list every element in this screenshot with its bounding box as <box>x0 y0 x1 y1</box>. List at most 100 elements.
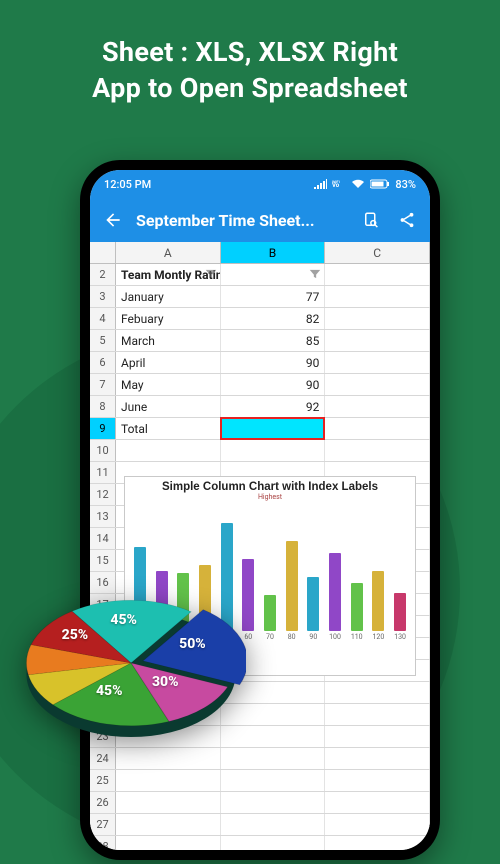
pie-slice-label: 45% <box>96 683 123 699</box>
cell[interactable] <box>116 792 221 813</box>
cell[interactable] <box>221 814 326 835</box>
row-number[interactable]: 8 <box>90 396 116 417</box>
cell[interactable] <box>325 264 430 285</box>
col-C[interactable]: C <box>325 242 430 263</box>
promo-line-2: App to Open Spreadsheet <box>20 70 480 106</box>
cell[interactable] <box>325 374 430 395</box>
cell[interactable]: 516 <box>221 418 326 439</box>
search-button[interactable] <box>358 207 384 233</box>
cell[interactable]: 77 <box>221 286 326 307</box>
row-number[interactable]: 7 <box>90 374 116 395</box>
promo-line-1: Sheet : XLS, XLSX Right <box>20 34 480 70</box>
select-all-corner[interactable] <box>90 242 116 263</box>
table-row: 7May90 <box>90 374 430 396</box>
cell[interactable] <box>325 814 430 835</box>
cell[interactable] <box>325 682 430 703</box>
x-tick: 90 <box>307 633 319 641</box>
cell[interactable]: May <box>116 374 221 395</box>
bar <box>372 571 384 631</box>
table-row: 28 <box>90 836 430 850</box>
table-row: 10 <box>90 440 430 462</box>
cell[interactable]: Total <box>116 418 221 439</box>
cell[interactable]: June <box>116 396 221 417</box>
table-row: 6April90 <box>90 352 430 374</box>
cell[interactable] <box>325 770 430 791</box>
row-number[interactable]: 28 <box>90 836 116 850</box>
cell[interactable] <box>116 836 221 850</box>
volte-icon: VoWiFi <box>332 179 346 189</box>
col-A[interactable]: A <box>116 242 221 263</box>
row-number[interactable]: 13 <box>90 506 116 527</box>
cell[interactable]: 90 <box>221 352 326 373</box>
pie-slice-label: 25% <box>62 627 89 643</box>
row-number[interactable]: 27 <box>90 814 116 835</box>
cell[interactable]: Febuary <box>116 308 221 329</box>
cell[interactable] <box>325 704 430 725</box>
cell[interactable] <box>221 792 326 813</box>
signal-icon <box>314 179 327 189</box>
cell[interactable] <box>325 440 430 461</box>
cell[interactable]: January <box>116 286 221 307</box>
cell[interactable]: March <box>116 330 221 351</box>
row-number[interactable]: 4 <box>90 308 116 329</box>
cell[interactable] <box>325 836 430 850</box>
row-number[interactable]: 11 <box>90 462 116 483</box>
pie-slice-label: 45% <box>110 612 137 628</box>
table-row: 8June92 <box>90 396 430 418</box>
cell[interactable]: Team Montly Ratings <box>116 264 221 285</box>
bar <box>329 553 341 631</box>
chart-title: Simple Column Chart with Index Labels <box>125 477 415 493</box>
row-number[interactable]: 5 <box>90 330 116 351</box>
cell[interactable] <box>221 264 326 285</box>
cell[interactable] <box>221 836 326 850</box>
cell[interactable] <box>325 308 430 329</box>
x-tick: 80 <box>286 633 298 641</box>
table-row: 9Total516 <box>90 418 430 440</box>
cell[interactable] <box>325 352 430 373</box>
pie-slice-label: 30% <box>152 674 179 690</box>
cell[interactable]: 90 <box>221 374 326 395</box>
cell[interactable]: 85 <box>221 330 326 351</box>
bar <box>351 583 363 631</box>
x-tick: 70 <box>264 633 276 641</box>
cell[interactable]: 82 <box>221 308 326 329</box>
row-number[interactable]: 14 <box>90 528 116 549</box>
cell[interactable] <box>325 396 430 417</box>
cell[interactable] <box>325 792 430 813</box>
pie-slice-label: 50% <box>179 636 206 652</box>
row-number[interactable]: 6 <box>90 352 116 373</box>
chart-annotation-high: Highest <box>125 493 415 501</box>
status-time: 12:05 PM <box>104 178 151 191</box>
back-button[interactable] <box>100 207 126 233</box>
cell[interactable]: April <box>116 352 221 373</box>
battery-pct: 83% <box>395 178 416 191</box>
table-row: 26 <box>90 792 430 814</box>
filter-icon <box>308 267 322 281</box>
table-row: 2Team Montly Ratings <box>90 264 430 286</box>
x-tick: 120 <box>372 633 384 641</box>
svg-text:WiFi: WiFi <box>332 179 340 184</box>
cell[interactable] <box>325 418 430 439</box>
bar <box>394 593 406 631</box>
cell[interactable] <box>221 440 326 461</box>
share-button[interactable] <box>394 207 420 233</box>
row-number[interactable]: 12 <box>90 484 116 505</box>
bar <box>307 577 319 631</box>
cell[interactable] <box>116 814 221 835</box>
column-headers: A B C <box>90 242 430 264</box>
row-number[interactable]: 9 <box>90 418 116 439</box>
cell[interactable] <box>325 286 430 307</box>
cell[interactable] <box>325 330 430 351</box>
cell[interactable]: 92 <box>221 396 326 417</box>
app-bar: September Time Sheet... <box>90 198 430 242</box>
row-number[interactable]: 10 <box>90 440 116 461</box>
status-indicators: VoWiFi 83% <box>314 178 416 191</box>
cell[interactable] <box>325 726 430 747</box>
cell[interactable] <box>325 748 430 769</box>
app-title: September Time Sheet... <box>136 211 348 230</box>
row-number[interactable]: 26 <box>90 792 116 813</box>
cell[interactable] <box>116 440 221 461</box>
col-B[interactable]: B <box>221 242 326 263</box>
row-number[interactable]: 2 <box>90 264 116 285</box>
row-number[interactable]: 3 <box>90 286 116 307</box>
